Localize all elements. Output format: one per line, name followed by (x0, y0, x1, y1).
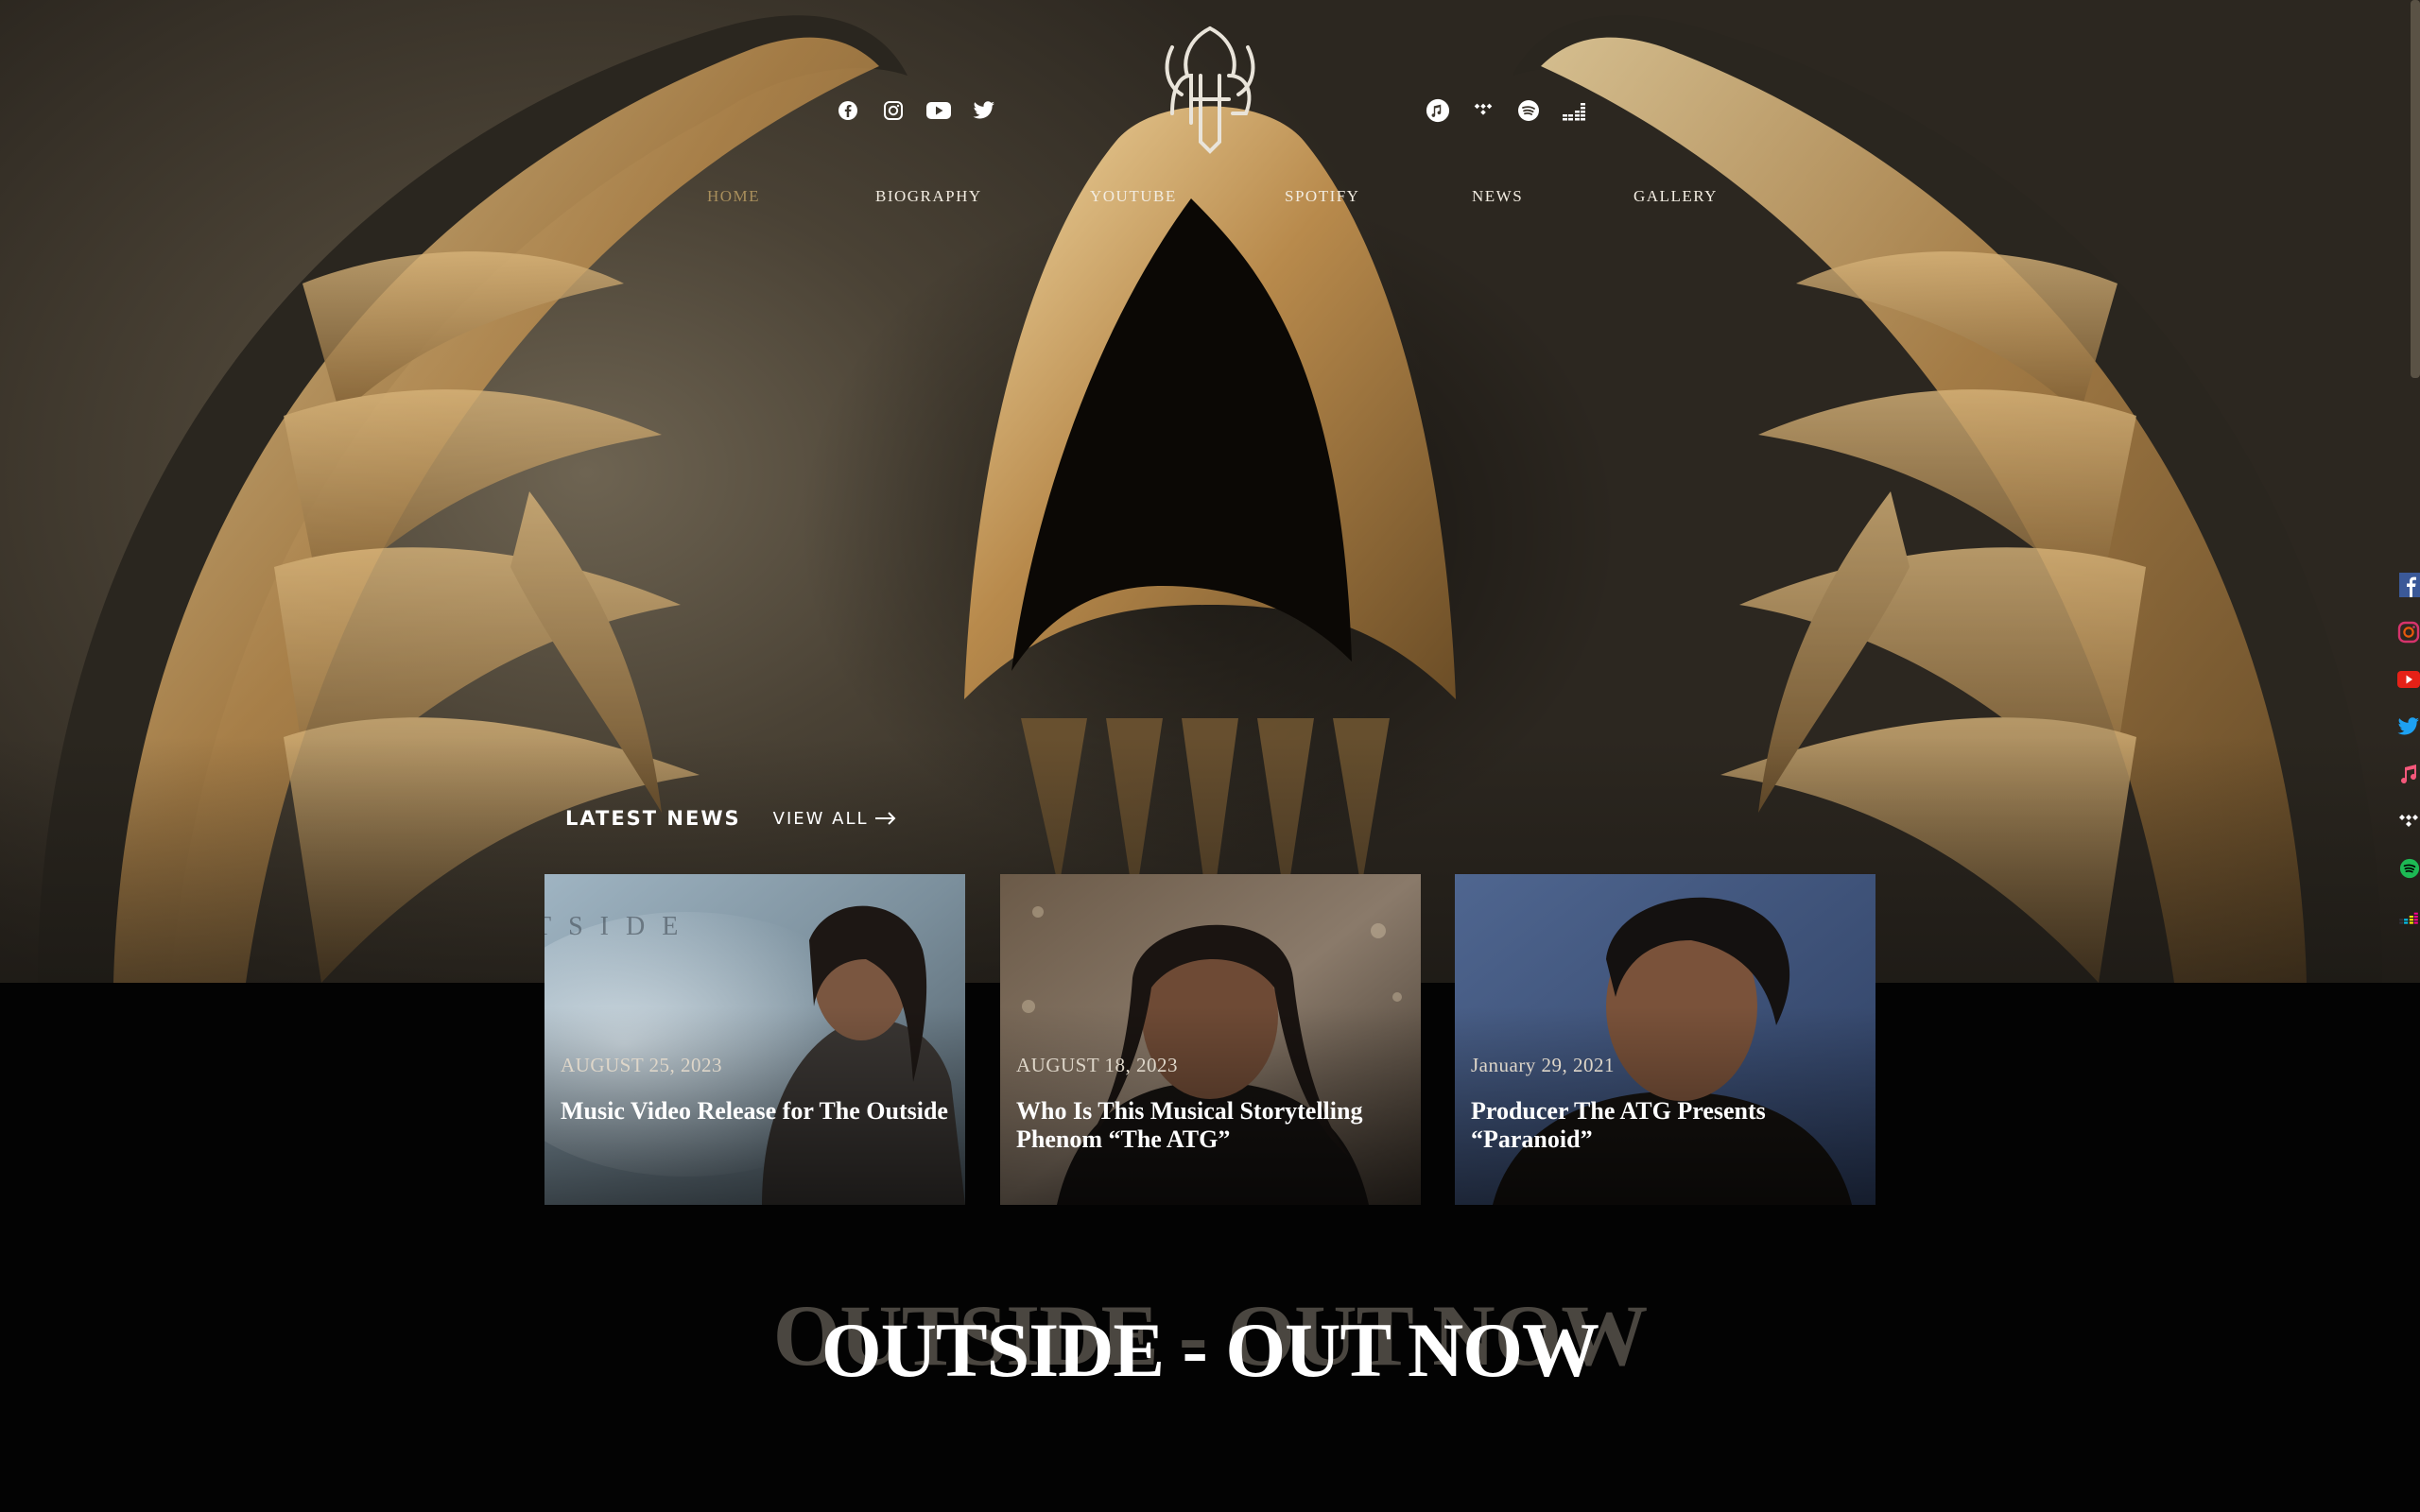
apple-music-icon[interactable] (2397, 760, 2420, 788)
apple-music-icon[interactable] (1426, 98, 1450, 123)
atg-logo-icon (1165, 26, 1255, 154)
twitter-icon[interactable] (2397, 713, 2420, 741)
news-card-outside[interactable]: TSIDE AUGUST 25, 2023 Music Video Releas… (544, 874, 965, 1205)
card-date: AUGUST 18, 2023 (1016, 1054, 1179, 1076)
view-all-label: VIEW ALL (772, 808, 869, 829)
social-links-left (836, 98, 996, 123)
atg-logo[interactable] (1134, 9, 1286, 161)
nav-gallery[interactable]: GALLERY (1634, 187, 1718, 206)
tidal-icon[interactable] (2397, 807, 2420, 835)
deezer-icon[interactable] (2397, 902, 2420, 930)
twitter-icon[interactable] (972, 98, 996, 123)
nav-biography[interactable]: BIOGRAPHY (875, 187, 982, 206)
card-title: Producer The ATG Presents “Paranoid” (1471, 1097, 1766, 1153)
news-card-paranoid[interactable]: January 29, 2021 Producer The ATG Presen… (1455, 874, 1876, 1205)
deezer-icon[interactable] (1562, 98, 1586, 123)
instagram-icon[interactable] (2397, 618, 2420, 646)
release-headline: OUTSIDE - OUT NOW (821, 1307, 1599, 1393)
facebook-icon[interactable] (836, 98, 860, 123)
spotify-icon[interactable] (1516, 98, 1541, 123)
nav-youtube[interactable]: YOUTUBE (1090, 187, 1177, 206)
spotify-icon[interactable] (2397, 854, 2420, 883)
music-links-right (1426, 98, 1586, 123)
youtube-icon[interactable] (926, 98, 951, 123)
arrow-right-icon (874, 812, 895, 825)
card-overlay-text: TSIDE (544, 912, 696, 941)
latest-news-title: LATEST NEWS (565, 807, 741, 830)
main-nav: HOME BIOGRAPHY YOUTUBE SPOTIFY NEWS GALL… (0, 187, 2420, 210)
view-all-link[interactable]: VIEW ALL (773, 809, 897, 829)
news-card-phenom[interactable]: AUGUST 18, 2023 Who Is This Musical Stor… (1000, 874, 1421, 1205)
instagram-icon[interactable] (881, 98, 906, 123)
card-date: AUGUST 25, 2023 (561, 1054, 723, 1076)
card-title: Music Video Release for The Outside (561, 1097, 948, 1125)
facebook-icon[interactable] (2397, 571, 2420, 599)
card-title: Who Is This Musical Storytelling Phenom … (1016, 1097, 1363, 1153)
news-cards: TSIDE AUGUST 25, 2023 Music Video Releas… (544, 874, 1876, 1205)
nav-news[interactable]: NEWS (1472, 187, 1523, 206)
tidal-icon[interactable] (1471, 98, 1495, 123)
side-social-strip (2397, 571, 2420, 930)
nav-spotify[interactable]: SPOTIFY (1285, 187, 1359, 206)
page-scrollbar[interactable] (2411, 0, 2420, 378)
card-date: January 29, 2021 (1471, 1054, 1616, 1076)
youtube-icon[interactable] (2397, 665, 2420, 694)
latest-news-header: LATEST NEWS VIEW ALL (565, 807, 897, 830)
nav-home[interactable]: HOME (707, 187, 760, 206)
